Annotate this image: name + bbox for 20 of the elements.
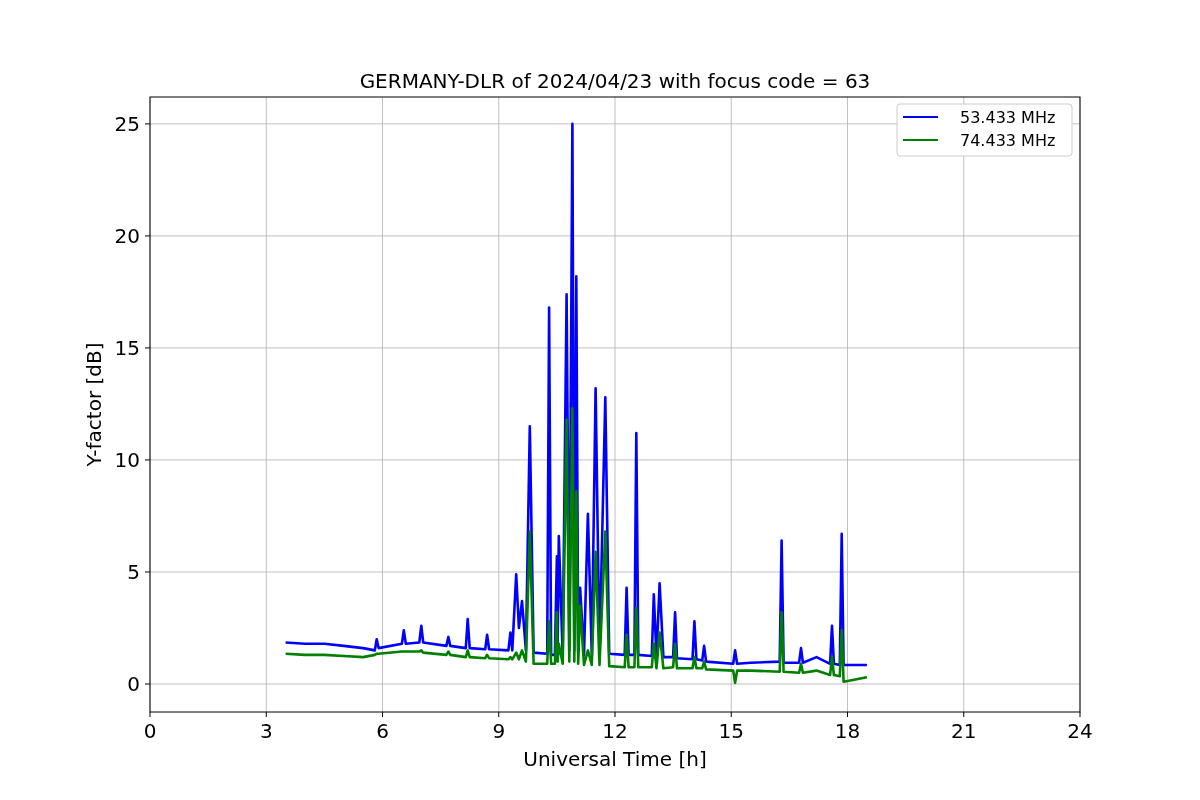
axis-tick-label: 6: [376, 719, 389, 743]
legend-label: 53.433 MHz: [960, 108, 1056, 127]
y-axis-label: Y-factor [dB]: [82, 342, 106, 467]
axis-tick-label: 0: [127, 672, 140, 696]
x-axis-label: Universal Time [h]: [523, 747, 707, 771]
chart-title: GERMANY-DLR of 2024/04/23 with focus code = 63: [359, 69, 871, 93]
axis-tick-label: 25: [114, 111, 140, 136]
axis-tick-label: 20: [114, 223, 140, 248]
axis-tick-label: 18: [834, 719, 861, 743]
axis-tick-label: 3: [259, 719, 273, 743]
axis-tick-label: 5: [127, 559, 140, 584]
axis-tick-label: 21: [951, 719, 977, 743]
axis-tick-label: 9: [492, 719, 506, 743]
axis-tick-label: 24: [1067, 719, 1093, 743]
axis-tick-label: 15: [718, 719, 744, 743]
axis-tick-label: 15: [114, 335, 140, 360]
axis-tick-label: 0: [143, 719, 157, 743]
axis-tick-label: 12: [602, 719, 628, 743]
axis-tick-label: 10: [114, 447, 140, 472]
legend-label: 74.433 MHz: [960, 131, 1056, 150]
